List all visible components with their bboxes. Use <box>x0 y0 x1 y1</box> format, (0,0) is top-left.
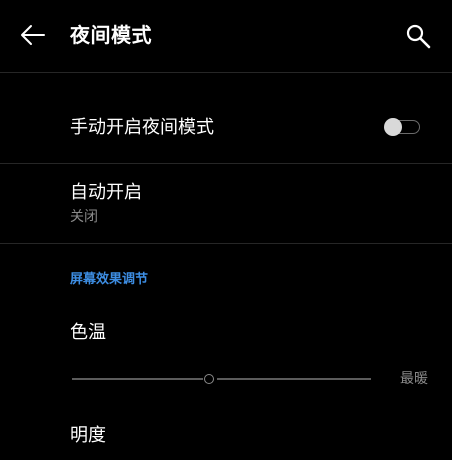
slider-thumb[interactable] <box>204 374 214 384</box>
slider-warmest-label: 最暖 <box>400 371 428 387</box>
auto-enable-value: 关闭 <box>70 209 98 225</box>
color-temperature-slider[interactable]: 最暖 <box>70 366 432 392</box>
screen-effect-section-header: 屏幕效果调节 <box>70 272 149 287</box>
search-icon <box>406 24 431 49</box>
brightness-label: 明度 <box>70 425 106 446</box>
toggle-thumb <box>384 118 402 136</box>
slider-track-right <box>217 378 371 380</box>
night-mode-screen: 夜间模式 手动开启夜间模式 自动开启 关闭 屏幕效果调节 色温 最暖 明度 <box>0 0 452 460</box>
search-button[interactable] <box>401 20 435 52</box>
app-bar: 夜间模式 <box>0 0 452 70</box>
row-divider-2 <box>0 243 452 244</box>
manual-night-mode-toggle[interactable] <box>384 118 422 136</box>
color-temperature-label: 色温 <box>70 322 106 343</box>
appbar-divider <box>0 72 452 73</box>
auto-enable-label: 自动开启 <box>70 182 142 203</box>
back-button[interactable] <box>16 20 50 50</box>
slider-track-left <box>72 378 203 380</box>
auto-enable-row[interactable]: 自动开启 关闭 <box>0 170 452 236</box>
manual-night-mode-label: 手动开启夜间模式 <box>70 117 214 138</box>
row-divider-1 <box>0 163 452 164</box>
page-title: 夜间模式 <box>70 23 152 47</box>
arrow-left-icon <box>21 25 45 45</box>
